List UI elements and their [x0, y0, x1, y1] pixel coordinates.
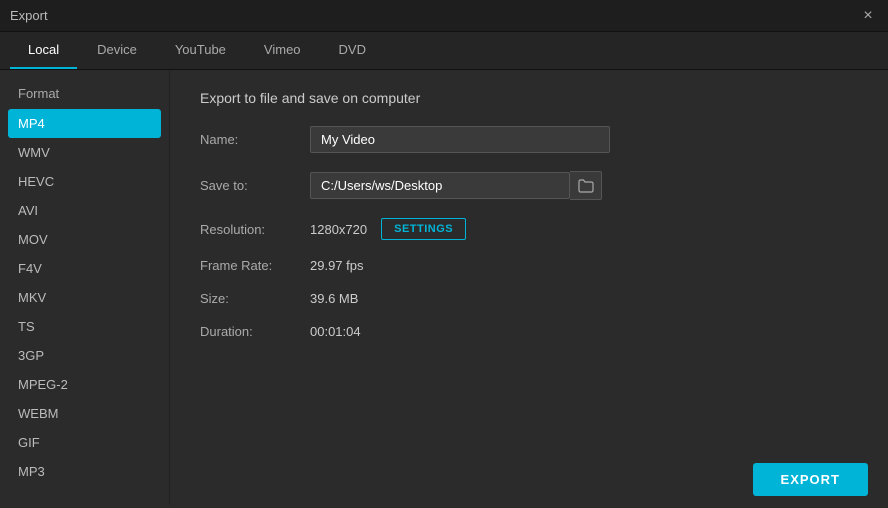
close-button[interactable]: × — [858, 6, 878, 26]
resolution-value: 1280x720 — [310, 222, 367, 237]
sidebar-format-title: Format — [0, 82, 169, 109]
frame-rate-row: Frame Rate: 29.97 fps — [200, 258, 858, 273]
name-input[interactable] — [310, 126, 610, 153]
sidebar-item-mp4[interactable]: MP4 — [8, 109, 161, 138]
tab-youtube[interactable]: YouTube — [157, 32, 244, 69]
sidebar-item-mp3[interactable]: MP3 — [0, 457, 169, 486]
tab-local[interactable]: Local — [10, 32, 77, 69]
frame-rate-value: 29.97 fps — [310, 258, 364, 273]
main-content: Format MP4 WMV HEVC AVI MOV F4V MKV TS 3… — [0, 70, 888, 505]
duration-label: Duration: — [200, 324, 310, 339]
right-panel: Export to file and save on computer Name… — [170, 70, 888, 505]
browse-folder-button[interactable] — [570, 171, 602, 200]
bottom-bar: EXPORT — [170, 451, 888, 508]
tab-dvd[interactable]: DVD — [321, 32, 384, 69]
sidebar: Format MP4 WMV HEVC AVI MOV F4V MKV TS 3… — [0, 70, 170, 505]
resolution-label: Resolution: — [200, 222, 310, 237]
duration-value: 00:01:04 — [310, 324, 361, 339]
sidebar-item-wmv[interactable]: WMV — [0, 138, 169, 167]
sidebar-item-avi[interactable]: AVI — [0, 196, 169, 225]
folder-icon — [578, 179, 594, 193]
name-row: Name: — [200, 126, 858, 153]
dialog-title: Export — [10, 8, 48, 23]
sidebar-item-webm[interactable]: WEBM — [0, 399, 169, 428]
sidebar-item-3gp[interactable]: 3GP — [0, 341, 169, 370]
save-to-row: Save to: — [200, 171, 858, 200]
sidebar-item-f4v[interactable]: F4V — [0, 254, 169, 283]
size-row: Size: 39.6 MB — [200, 291, 858, 306]
panel-title: Export to file and save on computer — [200, 90, 858, 106]
sidebar-item-ts[interactable]: TS — [0, 312, 169, 341]
name-label: Name: — [200, 132, 310, 147]
sidebar-item-mpeg2[interactable]: MPEG-2 — [0, 370, 169, 399]
tab-device[interactable]: Device — [79, 32, 155, 69]
save-to-label: Save to: — [200, 178, 310, 193]
tab-bar: Local Device YouTube Vimeo DVD — [0, 32, 888, 70]
sidebar-item-mkv[interactable]: MKV — [0, 283, 169, 312]
size-label: Size: — [200, 291, 310, 306]
path-input[interactable] — [310, 172, 570, 199]
export-button[interactable]: EXPORT — [753, 463, 868, 496]
path-row — [310, 171, 602, 200]
sidebar-item-gif[interactable]: GIF — [0, 428, 169, 457]
title-bar: Export × — [0, 0, 888, 32]
sidebar-item-hevc[interactable]: HEVC — [0, 167, 169, 196]
resolution-controls: 1280x720 SETTINGS — [310, 218, 466, 240]
size-value: 39.6 MB — [310, 291, 358, 306]
tab-vimeo[interactable]: Vimeo — [246, 32, 319, 69]
sidebar-item-mov[interactable]: MOV — [0, 225, 169, 254]
resolution-row: Resolution: 1280x720 SETTINGS — [200, 218, 858, 240]
frame-rate-label: Frame Rate: — [200, 258, 310, 273]
duration-row: Duration: 00:01:04 — [200, 324, 858, 339]
settings-button[interactable]: SETTINGS — [381, 218, 466, 240]
